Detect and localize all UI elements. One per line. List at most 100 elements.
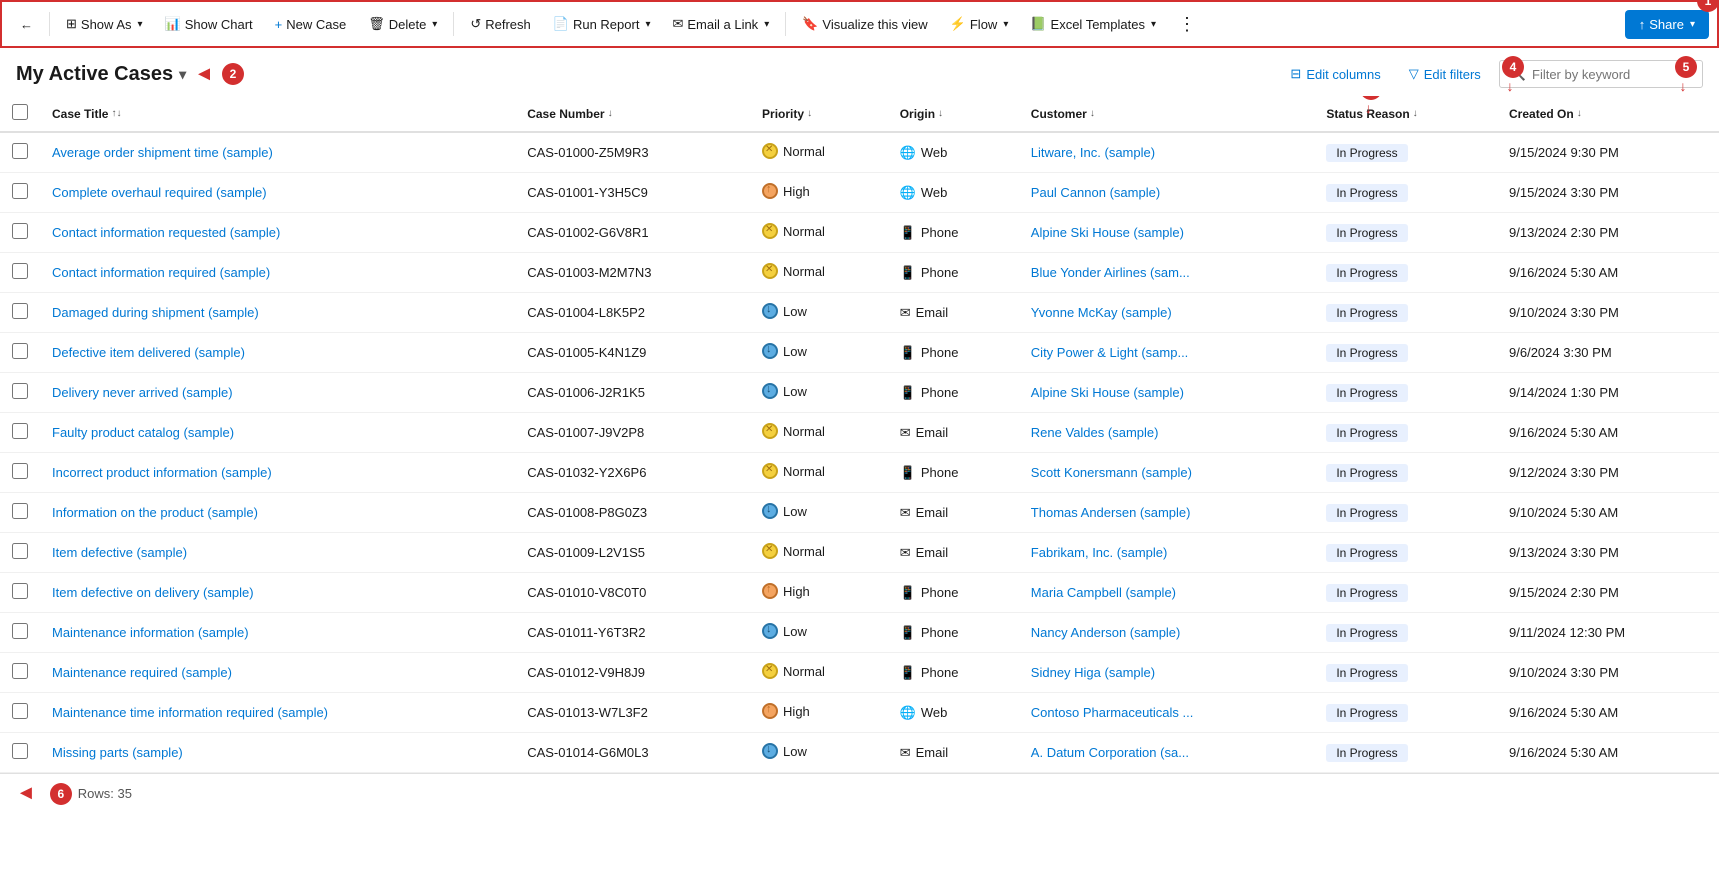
case-title-link[interactable]: Information on the product (sample) bbox=[52, 505, 258, 520]
origin-value: 📱 Phone bbox=[900, 585, 959, 601]
col-header-priority[interactable]: Priority ↓ bbox=[750, 96, 888, 132]
customer-link[interactable]: Fabrikam, Inc. (sample) bbox=[1031, 545, 1168, 560]
customer-link[interactable]: Blue Yonder Airlines (sam... bbox=[1031, 265, 1190, 280]
created-on-cell: 9/13/2024 2:30 PM bbox=[1497, 213, 1719, 253]
customer-link[interactable]: Contoso Pharmaceuticals ... bbox=[1031, 705, 1194, 720]
customer-cell: Blue Yonder Airlines (sam... bbox=[1019, 253, 1315, 293]
row-checkbox[interactable] bbox=[12, 143, 28, 159]
row-checkbox[interactable] bbox=[12, 263, 28, 279]
more-button[interactable]: ⋮ bbox=[1168, 8, 1206, 41]
case-title-link[interactable]: Maintenance required (sample) bbox=[52, 665, 232, 680]
col-header-created[interactable]: Created On ↓ bbox=[1497, 96, 1719, 132]
origin-value: 📱 Phone bbox=[900, 625, 959, 641]
col-header-case-title[interactable]: Case Title ↑↓ bbox=[40, 96, 515, 132]
case-title-link[interactable]: Maintenance time information required (s… bbox=[52, 705, 328, 720]
customer-link[interactable]: Yvonne McKay (sample) bbox=[1031, 305, 1172, 320]
case-title-link[interactable]: Contact information required (sample) bbox=[52, 265, 270, 280]
case-number-cell: CAS-01014-G6M0L3 bbox=[515, 733, 750, 773]
case-title-link[interactable]: Faulty product catalog (sample) bbox=[52, 425, 234, 440]
row-checkbox[interactable] bbox=[12, 543, 28, 559]
keyword-filter[interactable]: 🔍 bbox=[1499, 60, 1703, 88]
created-on-cell: 9/10/2024 3:30 PM bbox=[1497, 653, 1719, 693]
edit-columns-button[interactable]: ⊟ Edit columns bbox=[1280, 61, 1390, 87]
row-checkbox[interactable] bbox=[12, 663, 28, 679]
visualize-button[interactable]: 🔖 Visualize this view bbox=[792, 10, 937, 38]
case-title-link[interactable]: Item defective (sample) bbox=[52, 545, 187, 560]
status-badge: In Progress bbox=[1326, 224, 1407, 242]
customer-link[interactable]: Alpine Ski House (sample) bbox=[1031, 385, 1184, 400]
status-cell: In Progress bbox=[1314, 453, 1497, 493]
row-checkbox[interactable] bbox=[12, 583, 28, 599]
arrow-2: ◄ bbox=[194, 63, 214, 86]
priority-high-icon bbox=[762, 183, 778, 199]
excel-button[interactable]: 📗 Excel Templates ▾ bbox=[1020, 10, 1166, 38]
row-checkbox[interactable] bbox=[12, 743, 28, 759]
select-all-checkbox[interactable] bbox=[12, 104, 28, 120]
case-title-link[interactable]: Delivery never arrived (sample) bbox=[52, 385, 233, 400]
row-checkbox[interactable] bbox=[12, 623, 28, 639]
row-checkbox[interactable] bbox=[12, 183, 28, 199]
case-title-link[interactable]: Item defective on delivery (sample) bbox=[52, 585, 254, 600]
email-link-button[interactable]: ✉ Email a Link ▾ bbox=[662, 10, 779, 38]
col-header-status[interactable]: Status Reason ↓ 3 ↓ bbox=[1314, 96, 1497, 132]
case-title-link[interactable]: Damaged during shipment (sample) bbox=[52, 305, 259, 320]
row-checkbox[interactable] bbox=[12, 463, 28, 479]
status-cell: In Progress bbox=[1314, 293, 1497, 333]
case-title-link[interactable]: Complete overhaul required (sample) bbox=[52, 185, 267, 200]
sort-icon-title: ↑↓ bbox=[111, 108, 121, 119]
customer-link[interactable]: Thomas Andersen (sample) bbox=[1031, 505, 1191, 520]
priority-cell: Low bbox=[750, 293, 888, 333]
back-button[interactable]: ← bbox=[10, 11, 43, 38]
priority-cell: Low bbox=[750, 613, 888, 653]
col-header-origin[interactable]: Origin ↓ bbox=[888, 96, 1019, 132]
table-footer: ◄ 6 Rows: 35 bbox=[0, 773, 1719, 813]
customer-link[interactable]: Alpine Ski House (sample) bbox=[1031, 225, 1184, 240]
row-checkbox[interactable] bbox=[12, 703, 28, 719]
title-chevron-icon[interactable]: ▾ bbox=[179, 66, 186, 83]
priority-cell: Low bbox=[750, 493, 888, 533]
table-row: Complete overhaul required (sample) CAS-… bbox=[0, 173, 1719, 213]
run-report-button[interactable]: 📄 Run Report ▾ bbox=[543, 10, 661, 38]
customer-link[interactable]: Scott Konersmann (sample) bbox=[1031, 465, 1192, 480]
flow-button[interactable]: ⚡ Flow ▾ bbox=[940, 10, 1019, 38]
col-header-customer[interactable]: Customer ↓ bbox=[1019, 96, 1315, 132]
share-button[interactable]: ↑ Share ▾ bbox=[1625, 10, 1709, 39]
case-number-cell: CAS-01003-M2M7N3 bbox=[515, 253, 750, 293]
new-case-button[interactable]: + New Case bbox=[265, 11, 357, 38]
customer-link[interactable]: Litware, Inc. (sample) bbox=[1031, 145, 1155, 160]
case-title-link[interactable]: Missing parts (sample) bbox=[52, 745, 183, 760]
priority-value: Low bbox=[762, 743, 807, 759]
origin-cell: 🌐 Web bbox=[888, 693, 1019, 733]
row-checkbox[interactable] bbox=[12, 423, 28, 439]
row-checkbox[interactable] bbox=[12, 383, 28, 399]
case-title-link[interactable]: Contact information requested (sample) bbox=[52, 225, 280, 240]
case-title-link[interactable]: Average order shipment time (sample) bbox=[52, 145, 273, 160]
edit-filters-button[interactable]: ▽ Edit filters bbox=[1399, 61, 1491, 87]
case-title-link[interactable]: Defective item delivered (sample) bbox=[52, 345, 245, 360]
refresh-button[interactable]: ↺ Refresh bbox=[460, 10, 540, 38]
row-checkbox[interactable] bbox=[12, 343, 28, 359]
created-on-cell: 9/13/2024 3:30 PM bbox=[1497, 533, 1719, 573]
case-number-cell: CAS-01032-Y2X6P6 bbox=[515, 453, 750, 493]
row-checkbox[interactable] bbox=[12, 503, 28, 519]
customer-link[interactable]: Rene Valdes (sample) bbox=[1031, 425, 1159, 440]
customer-link[interactable]: Sidney Higa (sample) bbox=[1031, 665, 1155, 680]
col-header-case-number[interactable]: Case Number ↓ bbox=[515, 96, 750, 132]
search-input[interactable] bbox=[1532, 67, 1692, 82]
origin-cell: 📱 Phone bbox=[888, 333, 1019, 373]
show-as-button[interactable]: ⊞ Show As ▾ bbox=[56, 10, 153, 38]
customer-link[interactable]: Nancy Anderson (sample) bbox=[1031, 625, 1181, 640]
created-on-cell: 9/10/2024 3:30 PM bbox=[1497, 293, 1719, 333]
table-row: Missing parts (sample) CAS-01014-G6M0L3 … bbox=[0, 733, 1719, 773]
show-chart-button[interactable]: 📊 Show Chart bbox=[155, 10, 263, 38]
customer-link[interactable]: A. Datum Corporation (sa... bbox=[1031, 745, 1189, 760]
customer-link[interactable]: Maria Campbell (sample) bbox=[1031, 585, 1176, 600]
origin-cell: 📱 Phone bbox=[888, 573, 1019, 613]
customer-link[interactable]: City Power & Light (samp... bbox=[1031, 345, 1189, 360]
row-checkbox[interactable] bbox=[12, 303, 28, 319]
row-checkbox[interactable] bbox=[12, 223, 28, 239]
case-title-link[interactable]: Maintenance information (sample) bbox=[52, 625, 249, 640]
customer-link[interactable]: Paul Cannon (sample) bbox=[1031, 185, 1160, 200]
delete-button[interactable]: 🗑 Delete ▾ bbox=[358, 10, 447, 38]
case-title-link[interactable]: Incorrect product information (sample) bbox=[52, 465, 272, 480]
